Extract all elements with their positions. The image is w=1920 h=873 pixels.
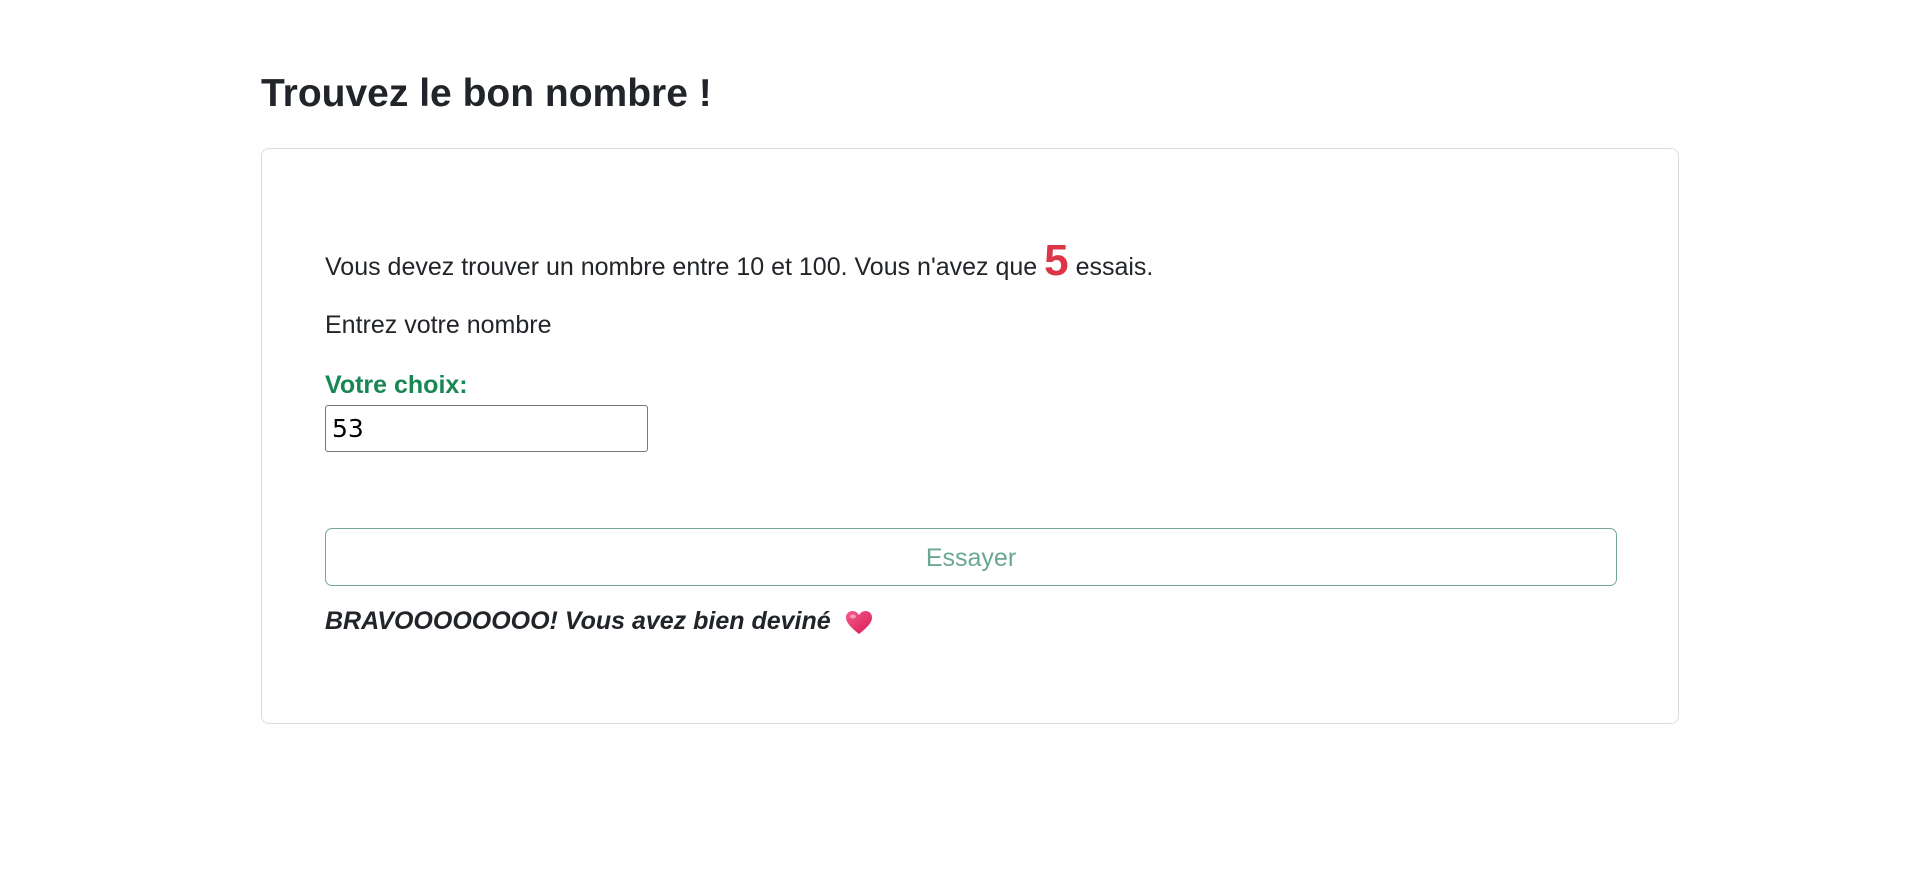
choice-input[interactable]: [325, 405, 648, 452]
instructions-text-end: essais.: [1068, 253, 1154, 281]
page: Trouvez le bon nombre ! Vous devez trouv…: [0, 0, 1920, 873]
tries-count: 5: [1044, 236, 1069, 285]
page-title: Trouvez le bon nombre !: [261, 72, 712, 115]
choice-label: Votre choix:: [325, 371, 468, 399]
result-message: BRAVOOOOOOOO! Vous avez bien deviné: [325, 601, 873, 641]
game-card: Vous devez trouver un nombre entre 10 et…: [261, 148, 1679, 724]
instructions: Vous devez trouver un nombre entre 10 et…: [325, 229, 1153, 299]
result-text: BRAVOOOOOOOO! Vous avez bien deviné: [325, 607, 831, 635]
instructions-text-start: Vous devez trouver un nombre entre 10 et…: [325, 253, 1045, 281]
heart-icon: [845, 608, 873, 634]
prompt-text: Entrez votre nombre: [325, 311, 552, 339]
try-button[interactable]: Essayer: [325, 528, 1617, 586]
